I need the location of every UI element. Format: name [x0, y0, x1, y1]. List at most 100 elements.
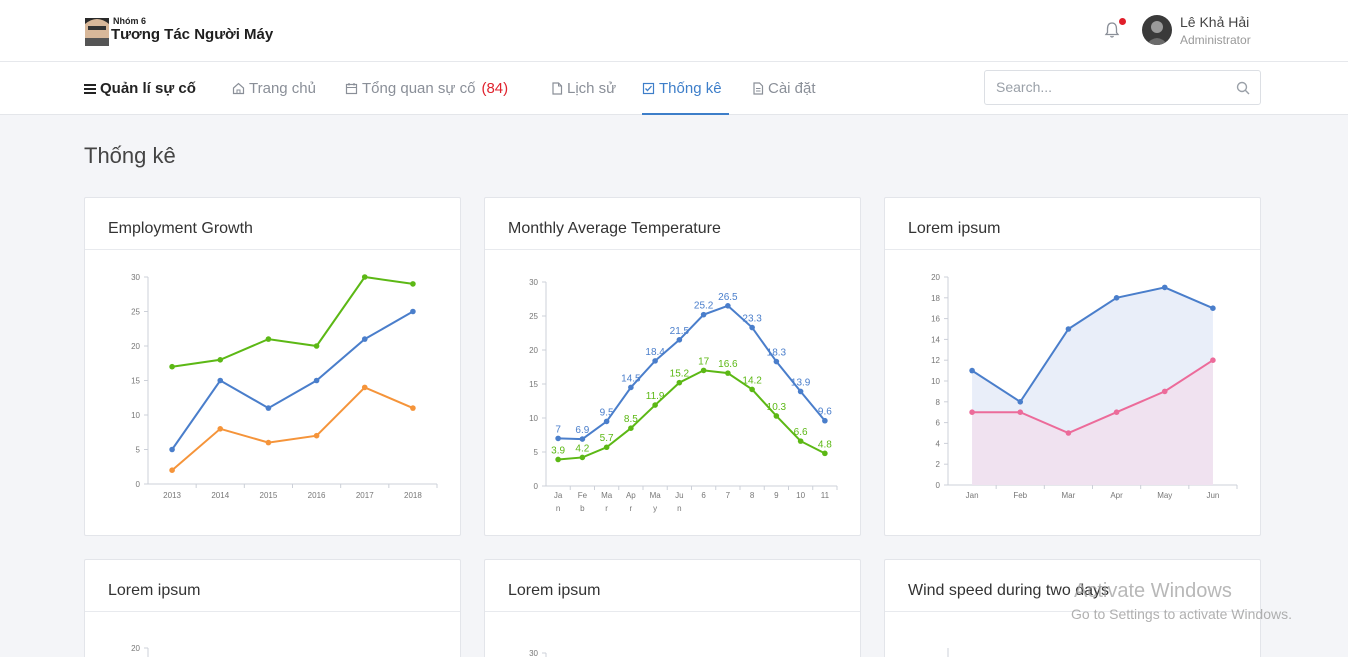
data-point [313, 377, 320, 384]
y-tick-label: 2 [936, 460, 941, 469]
y-tick-label: 0 [534, 482, 539, 491]
x-tick-label: Jun [1206, 491, 1219, 500]
data-point [217, 426, 224, 432]
chart-card-lorem-3: Lorem ipsum 30 [484, 559, 861, 657]
data-point [579, 454, 586, 461]
data-point [410, 308, 416, 315]
data-point [265, 405, 272, 411]
bell-icon[interactable] [1104, 21, 1120, 39]
tab-cai-dat[interactable]: Cài đặt [752, 80, 816, 97]
tab-label: Cài đặt [768, 80, 816, 97]
y-tick-label: 20 [529, 346, 538, 355]
data-point [1210, 357, 1216, 363]
data-point [579, 436, 586, 442]
chart-title: Lorem ipsum [885, 198, 1260, 250]
x-tick-label: 2014 [211, 491, 229, 500]
data-point [676, 337, 683, 343]
data-label: 9.5 [600, 407, 614, 418]
y-tick-label: 14 [931, 335, 940, 344]
data-point [603, 418, 610, 425]
chart-card-lorem-area: Lorem ipsum 0 2 4 6 8 10 12 14 16 18 20 Jan Feb Mar Ap… [884, 197, 1261, 536]
data-label: 21.5 [670, 326, 690, 337]
data-point [1113, 295, 1120, 301]
data-point [313, 432, 320, 439]
x-tick-label: Ju [675, 491, 683, 500]
x-tick-label: 8 [750, 491, 755, 500]
data-label: 14.5 [621, 373, 641, 384]
data-label: 23.3 [742, 314, 762, 325]
nav-brand-label: Quản lí sự cố [100, 80, 196, 97]
y-tick-label: 30 [131, 273, 140, 282]
activate-windows-watermark: Activate Windows [1074, 580, 1232, 602]
data-point [797, 388, 804, 395]
x-tick-label: May [1157, 491, 1172, 500]
employment-growth-chart: 0 5 10 15 20 25 30 2013 2014 2015 2016 2017 2018 [131, 273, 438, 500]
data-point [1161, 284, 1168, 291]
search-icon[interactable] [1236, 81, 1250, 95]
data-point [1210, 305, 1216, 311]
app-title[interactable]: Tương Tác Người Máy [111, 26, 273, 43]
data-label: 13.9 [791, 377, 811, 388]
series-line [558, 369, 826, 461]
search-input[interactable] [996, 79, 1216, 95]
x-tick-label: 11 [821, 491, 830, 500]
tab-thong-ke[interactable]: Thống kê [642, 80, 722, 97]
y-tick-label: 15 [131, 377, 140, 386]
x-tick-label-cont: r [605, 504, 608, 513]
data-label: 4.2 [575, 443, 589, 454]
data-point [652, 358, 658, 364]
lorem-chart-3: 30 [529, 649, 547, 657]
main-nav: Quản lí sự cố Trang chủ Tổng quan sự cố … [0, 62, 1348, 115]
y-tick-label: 20 [131, 342, 140, 351]
data-point [822, 450, 828, 457]
x-tick-label: 6 [701, 491, 706, 500]
data-point [217, 377, 224, 384]
search-box[interactable] [984, 70, 1261, 105]
data-label: 5.7 [600, 433, 614, 444]
data-label: 18.4 [645, 347, 665, 358]
y-tick-label: 4 [936, 439, 941, 448]
document-icon [552, 82, 563, 95]
incident-count-badge: (84) [481, 80, 509, 97]
group-label: Nhóm 6 [113, 16, 147, 26]
data-point [773, 358, 780, 365]
data-label: 10.3 [767, 402, 787, 413]
data-point [169, 446, 175, 453]
chart-title: Monthly Average Temperature [485, 198, 860, 250]
data-point [1017, 399, 1024, 405]
data-label: 7 [555, 424, 561, 435]
data-label: 16.6 [718, 359, 738, 370]
logo-avatar-icon[interactable] [84, 14, 110, 46]
y-tick-label: 15 [529, 380, 538, 389]
series-line [171, 275, 414, 368]
active-tab-indicator [642, 113, 729, 115]
tab-trang-chu[interactable]: Trang chủ [232, 80, 316, 97]
data-label: 6.6 [794, 427, 808, 438]
nav-brand[interactable]: Quản lí sự cố [84, 80, 196, 97]
chart-title: Lorem ipsum [485, 560, 860, 612]
tab-label: Thống kê [659, 80, 722, 97]
tab-lich-su[interactable]: Lịch sử [551, 80, 616, 97]
settings-doc-icon [753, 82, 764, 95]
data-point [265, 336, 272, 342]
data-point [265, 439, 272, 446]
data-label: 4.8 [818, 439, 832, 450]
x-tick-label: 2018 [404, 491, 422, 500]
x-tick-label: 9 [774, 491, 779, 500]
data-point [361, 384, 368, 391]
data-label: 26.5 [718, 292, 738, 303]
y-tick-label: 0 [136, 480, 141, 489]
y-tick-label: 8 [936, 398, 941, 407]
data-label: 3.9 [551, 445, 565, 456]
x-tick-label: 7 [726, 491, 731, 500]
data-point [628, 384, 634, 391]
user-name[interactable]: Lê Khả Hải [1180, 14, 1249, 30]
y-tick-label: 0 [936, 481, 941, 490]
data-point [969, 367, 975, 374]
data-label: 15.2 [670, 369, 690, 380]
data-label: 11.9 [646, 391, 665, 402]
x-tick-label: Jan [966, 491, 979, 500]
user-avatar[interactable] [1142, 15, 1172, 45]
data-point [700, 311, 707, 318]
tab-tong-quan-su-co[interactable]: Tổng quan sự cố (84) [345, 80, 508, 97]
